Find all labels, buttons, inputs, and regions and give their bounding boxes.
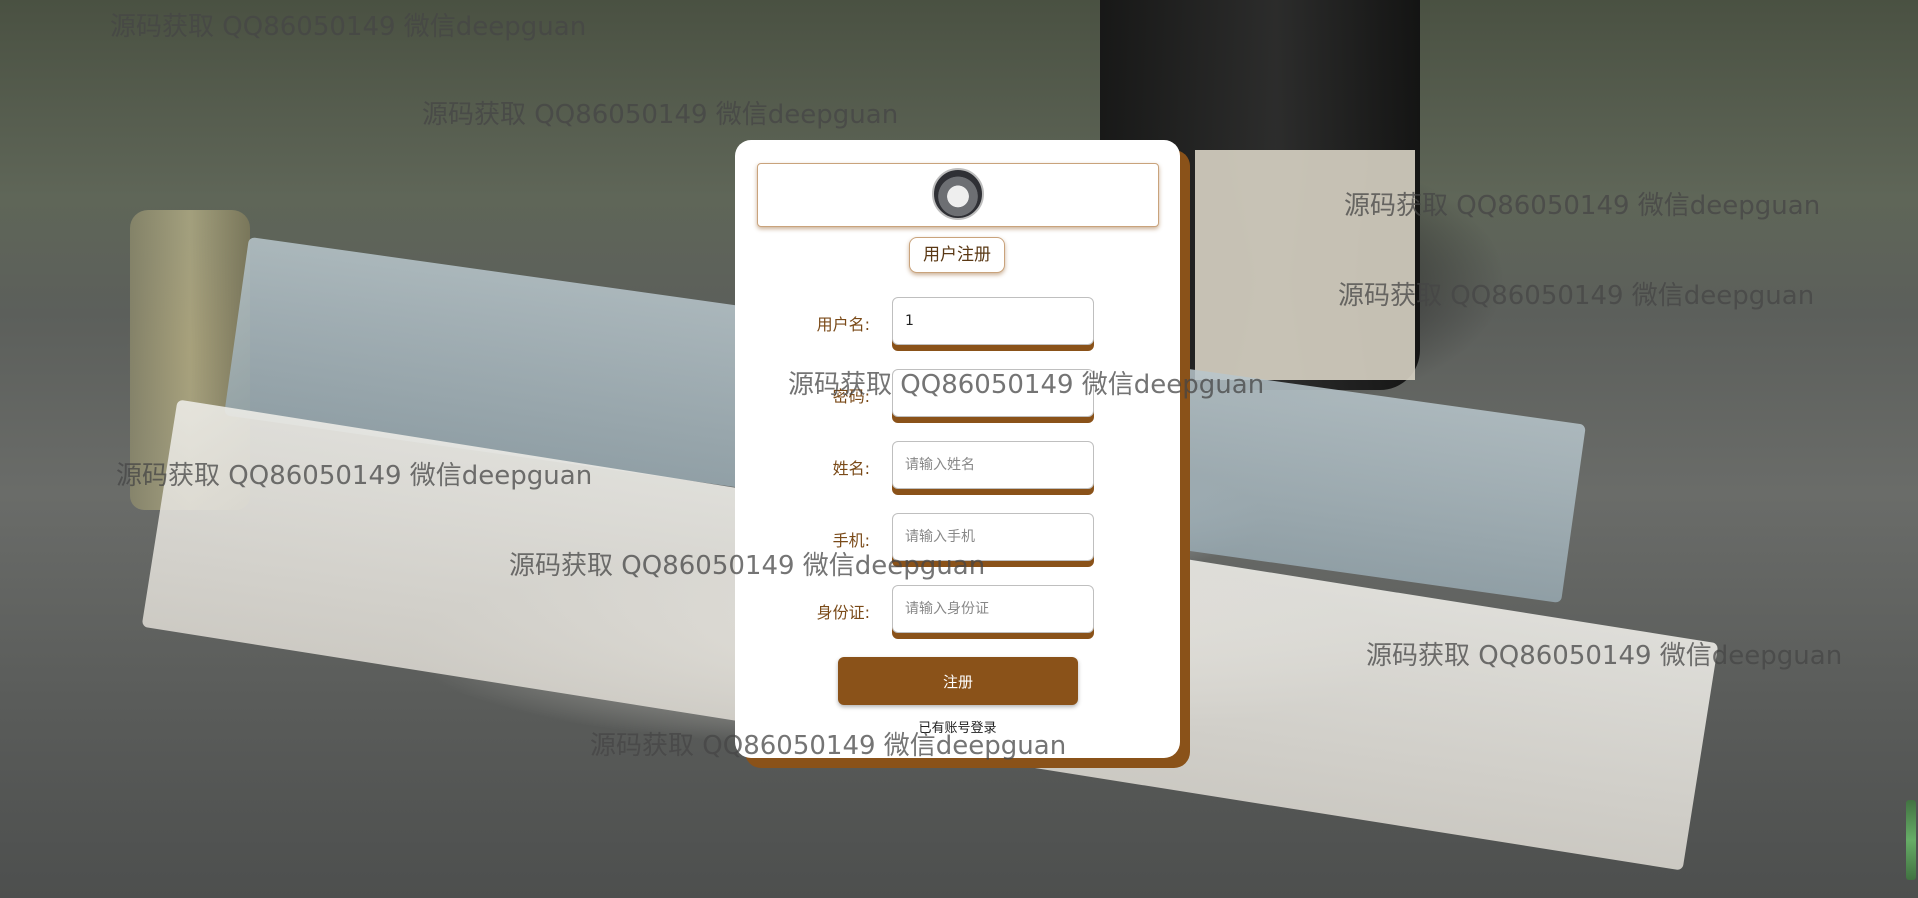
login-link[interactable]: 已有账号登录 [735,717,1180,736]
register-button[interactable]: 注册 [838,657,1078,705]
avatar-container [757,163,1159,227]
id-card-input[interactable] [892,585,1094,633]
edge-indicator [1906,800,1916,880]
phone-label: 手机: [832,531,870,550]
id-card-label: 身份证: [816,603,870,622]
username-input[interactable] [892,297,1094,345]
avatar [932,168,984,220]
phone-input[interactable] [892,513,1094,561]
name-label: 姓名: [832,459,870,478]
username-label: 用户名: [816,315,870,334]
name-input[interactable] [892,441,1094,489]
password-input[interactable] [892,369,1094,417]
background-bottle-label [1195,150,1415,380]
password-label: 密码: [832,387,870,406]
register-title: 用户注册 [909,237,1005,273]
register-card: 用户注册 用户名: 密码: 姓名: 手机: 身份证: 注册 已有账号登录 [735,140,1180,758]
